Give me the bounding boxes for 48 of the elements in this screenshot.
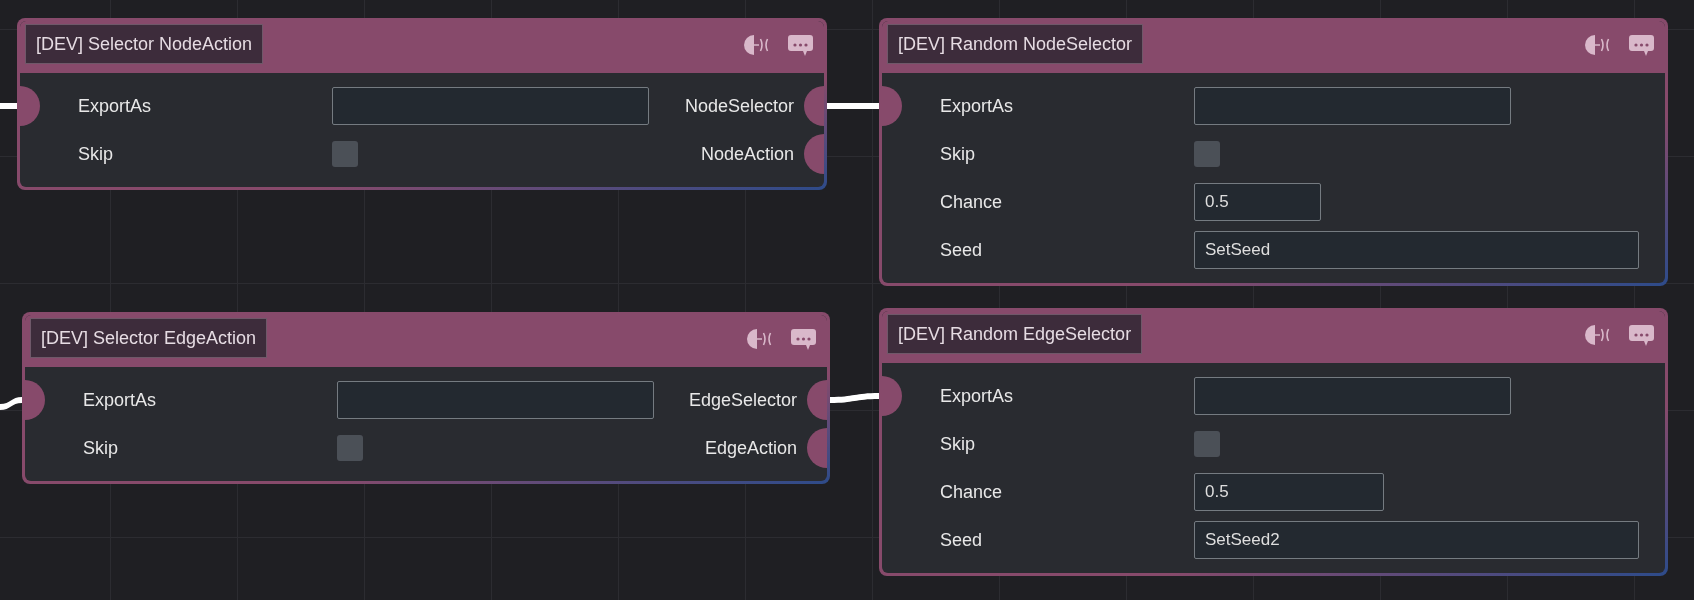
- comment-icon[interactable]: [791, 329, 816, 350]
- field-label: Skip: [940, 143, 976, 165]
- output-port[interactable]: [804, 134, 824, 174]
- input-port[interactable]: [20, 86, 40, 126]
- output-label: NodeSelector: [684, 95, 794, 117]
- field-label: ExportAs: [940, 95, 1015, 117]
- comment-icon[interactable]: [1629, 325, 1654, 346]
- field-label: Skip: [940, 433, 976, 455]
- checkbox[interactable]: [332, 141, 358, 167]
- checkbox[interactable]: [337, 435, 363, 461]
- output-port[interactable]: [807, 428, 827, 468]
- input-port[interactable]: [882, 86, 902, 126]
- node-title: [DEV] Selector EdgeAction: [30, 318, 268, 358]
- field-label: ExportAs: [83, 389, 158, 411]
- comment-icon[interactable]: [788, 35, 813, 56]
- output-port[interactable]: [807, 380, 827, 420]
- field-label: ExportAs: [78, 95, 153, 117]
- text-field[interactable]: [1194, 377, 1511, 415]
- text-field[interactable]: SetSeed: [1194, 231, 1639, 269]
- output-label: EdgeAction: [704, 437, 797, 459]
- field-label: Skip: [78, 143, 114, 165]
- node-title: [DEV] Random EdgeSelector: [887, 314, 1143, 354]
- number-field[interactable]: 0.5: [1194, 183, 1321, 221]
- checkbox[interactable]: [1194, 141, 1220, 167]
- text-field[interactable]: [337, 381, 654, 419]
- node-title: [DEV] Random NodeSelector: [887, 24, 1144, 64]
- field-label: ExportAs: [940, 385, 1015, 407]
- half-circle-icon[interactable]: [1585, 35, 1610, 55]
- field-label: Chance: [940, 191, 1004, 213]
- output-label: NodeAction: [700, 143, 794, 165]
- number-field[interactable]: 0.5: [1194, 473, 1384, 511]
- field-label: Chance: [940, 481, 1004, 503]
- input-port[interactable]: [25, 380, 45, 420]
- half-circle-icon[interactable]: [747, 329, 772, 349]
- output-label: EdgeSelector: [688, 389, 797, 411]
- half-circle-icon[interactable]: [744, 35, 769, 55]
- field-label: Seed: [940, 529, 984, 551]
- node-title: [DEV] Selector NodeAction: [25, 24, 264, 64]
- comment-icon[interactable]: [1629, 35, 1654, 56]
- field-label: Skip: [83, 437, 119, 459]
- output-port[interactable]: [804, 86, 824, 126]
- text-field[interactable]: SetSeed2: [1194, 521, 1639, 559]
- checkbox[interactable]: [1194, 431, 1220, 457]
- text-field[interactable]: [1194, 87, 1511, 125]
- text-field[interactable]: [332, 87, 649, 125]
- field-label: Seed: [940, 239, 984, 261]
- half-circle-icon[interactable]: [1585, 325, 1610, 345]
- input-port[interactable]: [882, 376, 902, 416]
